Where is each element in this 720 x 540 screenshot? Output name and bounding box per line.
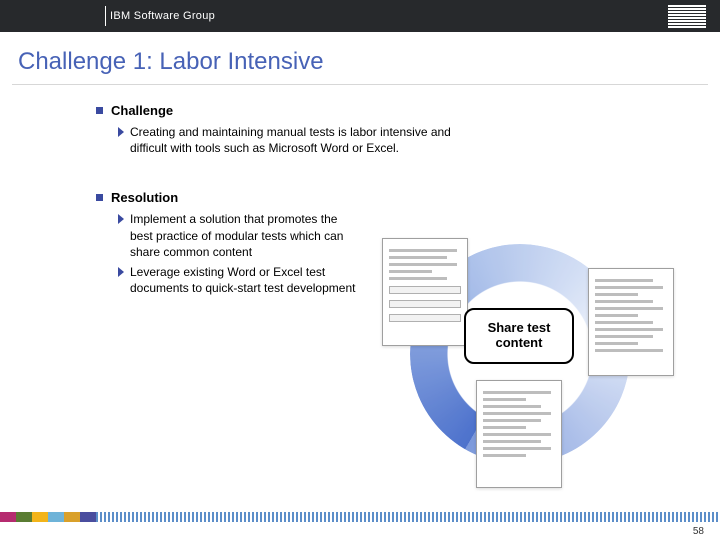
square-bullet-icon: [96, 194, 103, 201]
document-thumbnail: [476, 380, 562, 488]
square-bullet-icon: [96, 107, 103, 114]
share-test-content-diagram: Share test content: [368, 250, 688, 480]
document-thumbnail: [382, 238, 468, 346]
document-thumbnail: [588, 268, 674, 376]
resolution-item-text: Leverage existing Word or Excel test doc…: [130, 264, 360, 296]
triangle-bullet-icon: [118, 267, 124, 277]
title-divider: [12, 84, 708, 85]
challenge-heading-row: Challenge: [96, 103, 720, 118]
triangle-bullet-icon: [118, 127, 124, 137]
share-test-content-callout: Share test content: [464, 308, 574, 364]
resolution-item-text: Implement a solution that promotes the b…: [130, 211, 360, 260]
ibm-logo: [668, 5, 706, 28]
challenge-heading: Challenge: [111, 103, 173, 118]
resolution-heading-row: Resolution: [96, 190, 720, 205]
resolution-heading: Resolution: [111, 190, 178, 205]
page-number: 58: [693, 526, 704, 537]
slide-title: Challenge 1: Labor Intensive: [0, 32, 720, 84]
triangle-bullet-icon: [118, 214, 124, 224]
header-title: IBM Software Group: [110, 10, 215, 22]
footer-color-bar: [0, 512, 720, 522]
challenge-item: Creating and maintaining manual tests is…: [118, 124, 488, 156]
header-bar: IBM Software Group: [0, 0, 720, 32]
challenge-item-text: Creating and maintaining manual tests is…: [130, 124, 488, 156]
